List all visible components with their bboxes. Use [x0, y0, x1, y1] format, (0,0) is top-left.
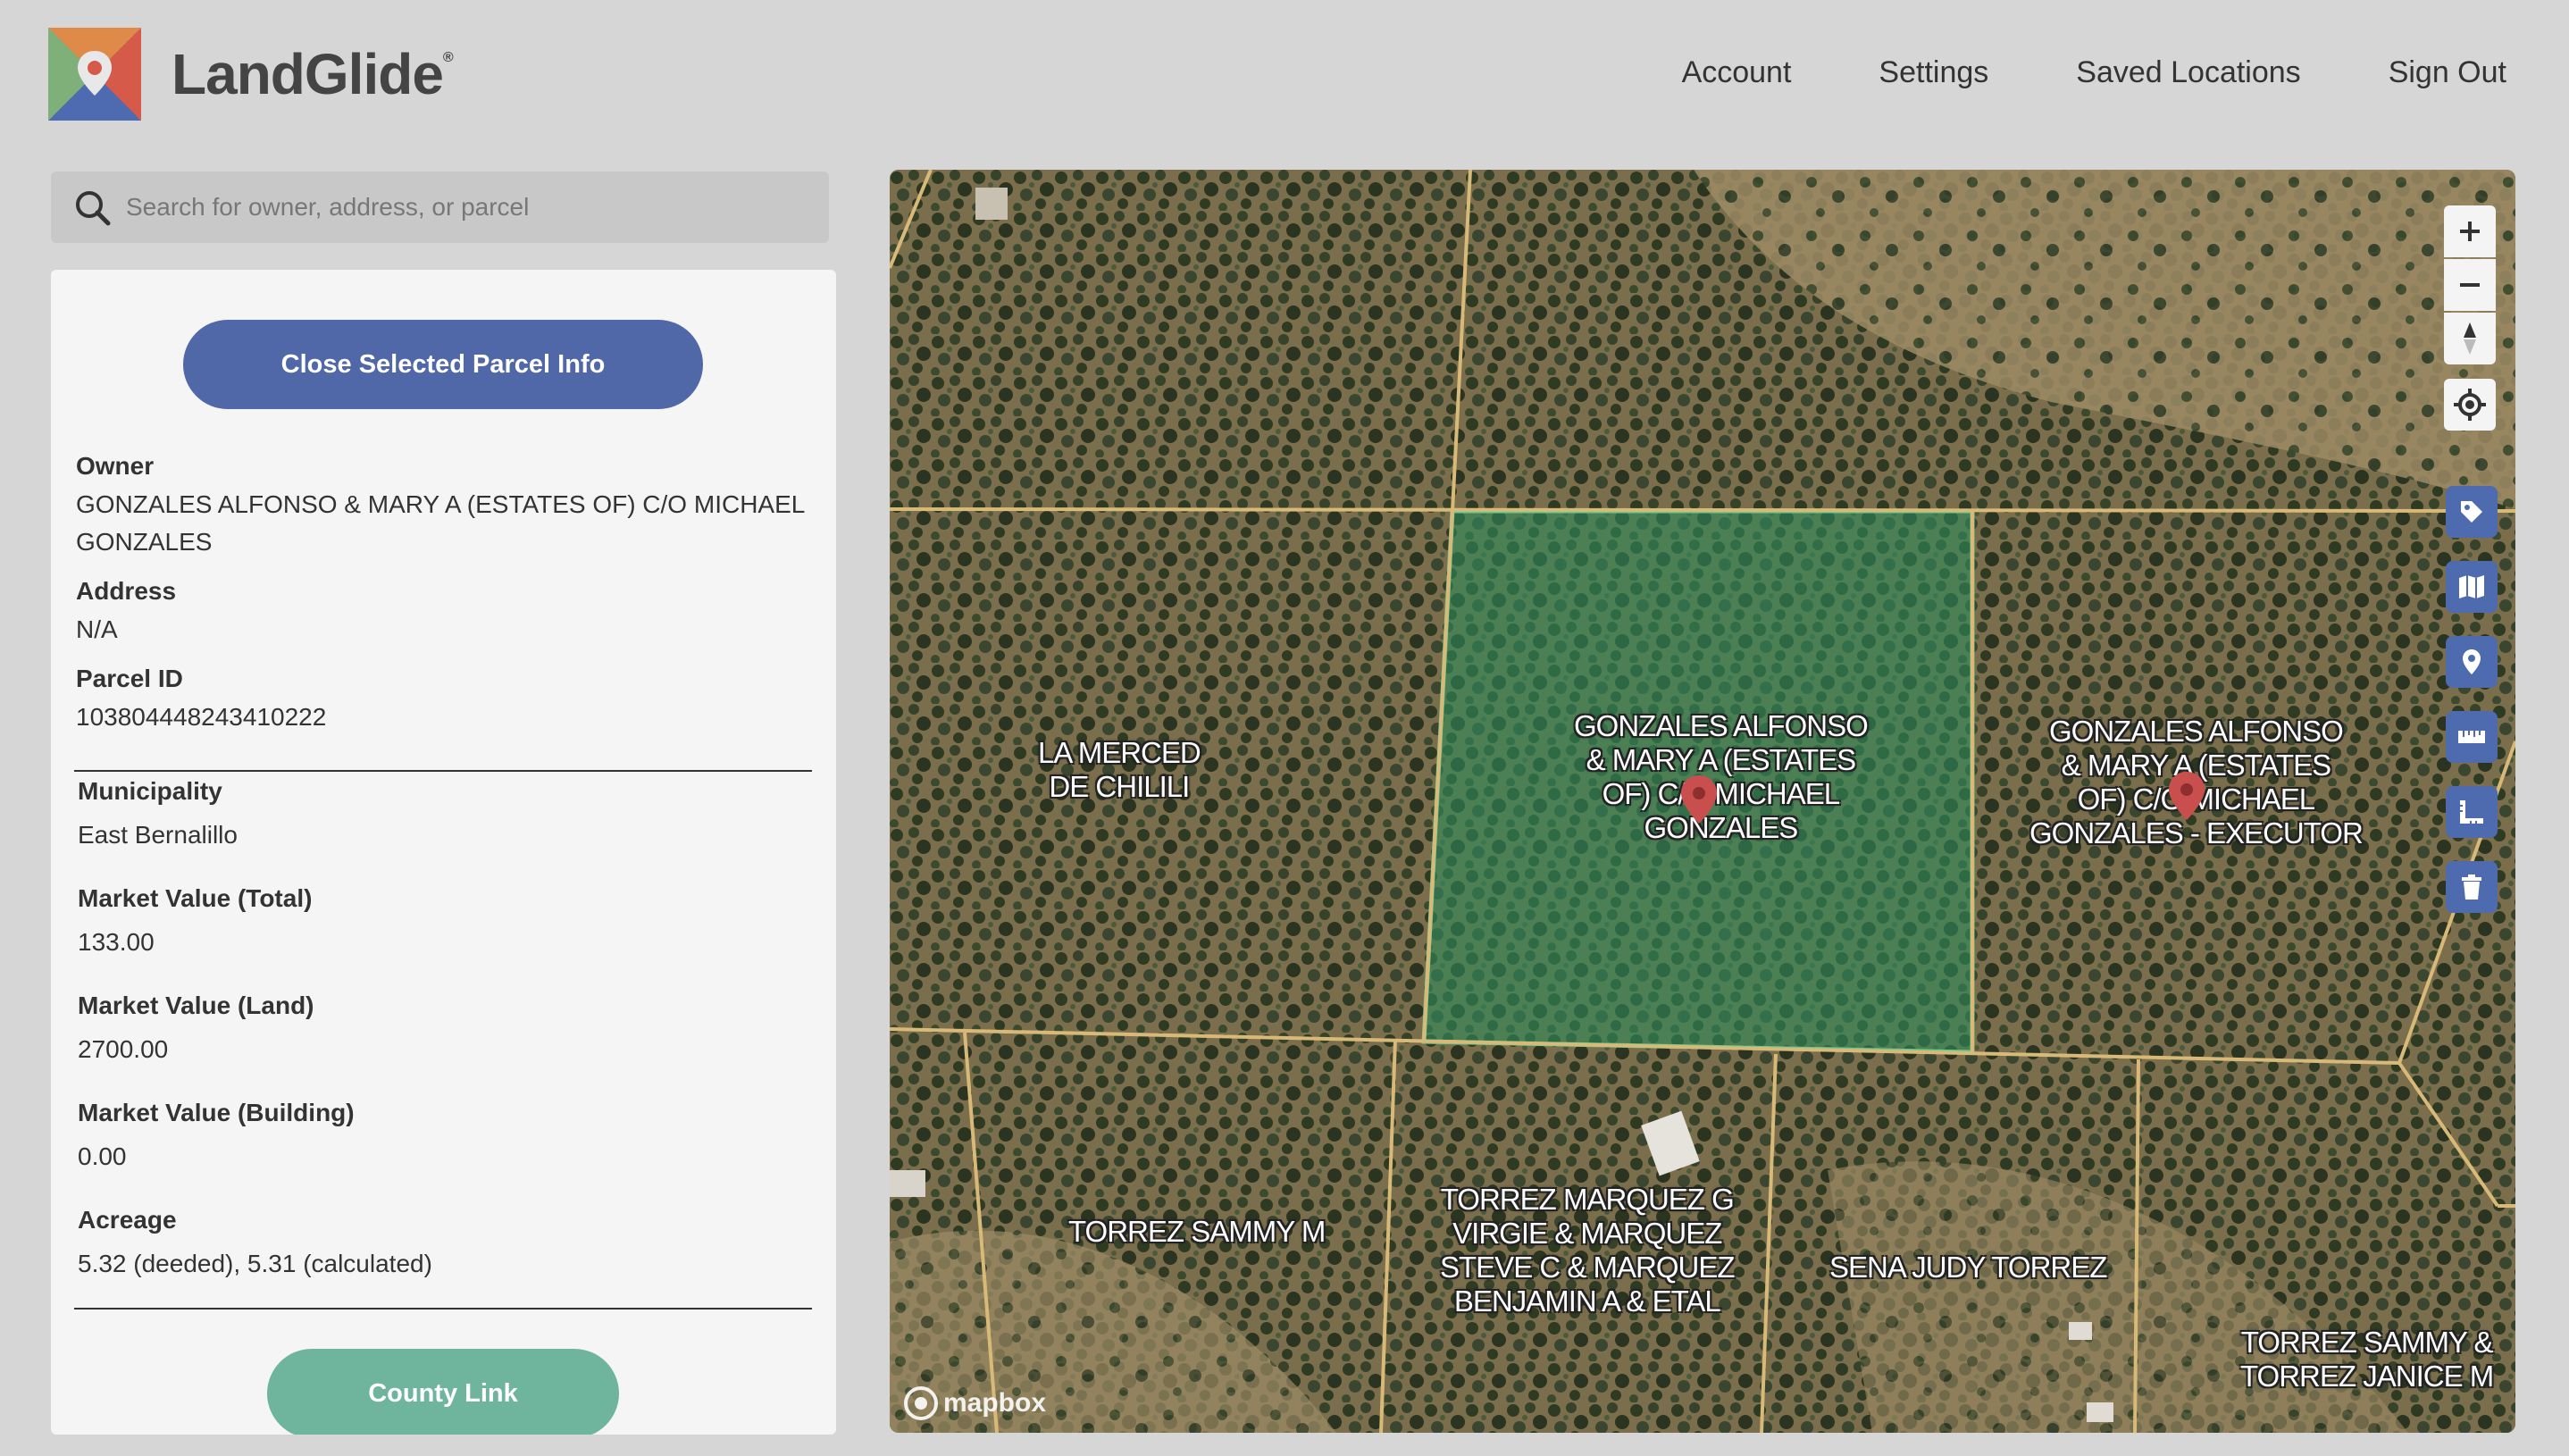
map-layers-button[interactable] [2446, 561, 2498, 613]
parcel-map[interactable]: LA MERCED DE CHILILI GONZALES ALFONSO & … [890, 170, 2515, 1433]
owner-value: GONZALES ALFONSO & MARY A (ESTATES OF) C… [76, 490, 805, 556]
app-name-text: LandGlide [172, 42, 444, 106]
parcel-label-line: LA MERCED [1038, 736, 1201, 769]
registered-mark: ® [442, 50, 454, 65]
zoom-out-button[interactable] [2444, 259, 2496, 311]
divider [74, 770, 812, 772]
address-value: N/A [76, 615, 118, 643]
trash-icon [2462, 874, 2481, 900]
parcel-id-label: Parcel ID [76, 665, 183, 692]
market-value-total-value: 133.00 [78, 928, 155, 956]
market-value-land-value: 2700.00 [78, 1035, 169, 1063]
parcel-info-panel: Close Selected Parcel Info Owner GONZALE… [51, 270, 836, 1435]
zoom-out-icon [2460, 283, 2480, 287]
parcel-label-line: OF) C/O MICHAEL [1602, 777, 1841, 810]
divider [74, 1308, 812, 1310]
acreage-value: 5.32 (deeded), 5.31 (calculated) [78, 1250, 432, 1277]
parcel-label-line: TORREZ SAMMY M [1068, 1215, 1326, 1248]
mapbox-attribution-text: mapbox [943, 1388, 1047, 1418]
zoom-in-icon [2460, 222, 2480, 241]
nav-saved-locations-link[interactable]: Saved Locations [2076, 55, 2300, 90]
market-value-land-label: Market Value (Land) [78, 992, 314, 1019]
owner-label: Owner [76, 452, 155, 480]
zoom-in-button[interactable] [2444, 205, 2496, 257]
map-layers-icon [2459, 575, 2484, 598]
market-value-total-label: Market Value (Total) [78, 884, 313, 912]
municipality-label: Municipality [78, 777, 222, 805]
parcel-label-selected[interactable]: GONZALES ALFONSO & MARY A (ESTATES OF) C… [1574, 709, 1869, 845]
parcel-label-sena[interactable]: SENA JUDY TORREZ [1829, 1251, 2107, 1284]
nav-account-link[interactable]: Account [1682, 55, 1792, 90]
parcel-label-line: TORREZ JANICE M [2240, 1360, 2494, 1393]
market-value-building-value: 0.00 [78, 1142, 127, 1170]
parcel-label-line: TORREZ SAMMY & [2240, 1326, 2494, 1359]
measure-area-button[interactable] [2446, 786, 2498, 838]
app-header: LandGlide® Account Settings Saved Locati… [0, 0, 2569, 152]
compass-button[interactable] [2444, 313, 2496, 364]
parcel-label-line: GONZALES ALFONSO [1574, 709, 1869, 742]
delete-button[interactable] [2446, 861, 2498, 913]
parcel-label-torrez-marquez[interactable]: TORREZ MARQUEZ G VIRGIE & MARQUEZ STEVE … [1440, 1183, 1736, 1318]
parcel-label-torrez-sammy[interactable]: TORREZ SAMMY M [1068, 1215, 1326, 1249]
mapbox-attribution[interactable]: mapbox [904, 1386, 1046, 1420]
search-icon [76, 191, 111, 226]
address-label: Address [76, 577, 177, 605]
locate-me-button[interactable] [2444, 379, 2496, 431]
nav-sign-out-link[interactable]: Sign Out [2389, 55, 2506, 90]
parcel-label-torrez-janice[interactable]: TORREZ SAMMY & TORREZ JANICE M [2240, 1326, 2494, 1393]
mapbox-logo-icon [904, 1386, 938, 1420]
tag-icon [2461, 501, 2482, 523]
drop-pin-button[interactable] [2446, 636, 2498, 688]
parcel-label-line: TORREZ MARQUEZ G [1440, 1183, 1735, 1216]
parcel-label-line: VIRGIE & MARQUEZ [1452, 1217, 1722, 1250]
search-bar [51, 172, 829, 243]
compass-icon [2464, 322, 2476, 355]
parcel-label-line: DE CHILILI [1049, 770, 1190, 803]
location-marker-icon[interactable] [1679, 774, 1719, 825]
location-marker-icon[interactable] [2167, 770, 2206, 822]
parcel-label-line: GONZALES [1644, 811, 1799, 844]
search-input[interactable] [126, 184, 805, 230]
parcel-label-line: & MARY A (ESTATES [1586, 743, 1856, 776]
nav-settings-link[interactable]: Settings [1879, 55, 1988, 90]
app-name: LandGlide® [172, 41, 454, 107]
close-parcel-info-button[interactable]: Close Selected Parcel Info [183, 320, 703, 409]
locate-icon [2454, 389, 2486, 421]
parcel-label-line: BENJAMIN A & ETAL [1453, 1284, 1721, 1318]
market-value-building-label: Market Value (Building) [78, 1099, 355, 1126]
top-nav: Account Settings Saved Locations Sign Ou… [1594, 55, 2506, 90]
tag-button[interactable] [2446, 486, 2498, 538]
county-link-button[interactable]: County Link [267, 1349, 619, 1435]
parcel-label-la-merced[interactable]: LA MERCED DE CHILILI [1038, 736, 1201, 804]
parcel-id-value: 103804448243410222 [76, 703, 327, 731]
acreage-label: Acreage [78, 1206, 177, 1234]
landglide-logo-icon[interactable] [48, 28, 141, 121]
parcel-label-line: SENA JUDY TORREZ [1829, 1251, 2107, 1284]
measure-distance-button[interactable] [2446, 711, 2498, 763]
parcel-label-line: GONZALES ALFONSO [2049, 715, 2344, 748]
map-controls [2444, 205, 2498, 920]
ruler-icon [2458, 731, 2485, 743]
pin-icon [2463, 649, 2481, 674]
municipality-value: East Bernalillo [78, 821, 238, 849]
parcel-label-line: STEVE C & MARQUEZ [1440, 1251, 1736, 1284]
area-measure-icon [2460, 800, 2483, 824]
